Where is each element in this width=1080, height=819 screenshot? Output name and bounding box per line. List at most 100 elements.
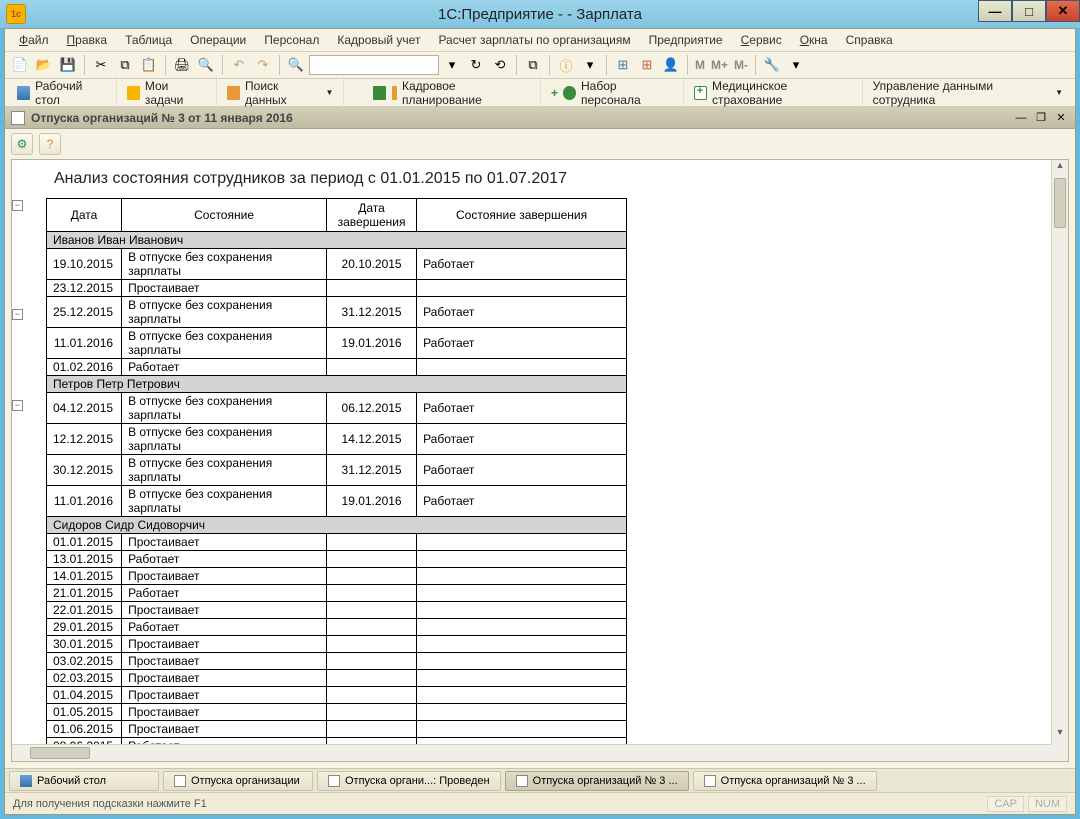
maximize-button[interactable]: □ xyxy=(1012,0,1046,22)
table-row[interactable]: 29.01.2015Работает xyxy=(47,619,627,636)
nav-icon[interactable]: ⟲ xyxy=(489,54,511,76)
taskbar-button[interactable]: Отпуска организации xyxy=(163,771,313,791)
open-icon[interactable]: 📂 xyxy=(33,54,55,76)
collapse-icon[interactable]: − xyxy=(12,309,23,320)
table-row[interactable]: 01.05.2015Простаивает xyxy=(47,704,627,721)
scroll-thumb[interactable] xyxy=(1054,178,1066,228)
nav-hiring[interactable]: +Набор персонала xyxy=(541,76,684,110)
window-icon xyxy=(328,775,340,787)
table-row[interactable]: 22.01.2015Простаивает xyxy=(47,602,627,619)
collapse-icon[interactable]: − xyxy=(12,200,23,211)
clone-icon[interactable]: ⧉ xyxy=(522,54,544,76)
group-row[interactable]: Сидоров Сидр Сидоворчич xyxy=(47,517,627,534)
help-icon[interactable]: ? xyxy=(39,133,61,155)
cell: Простаивает xyxy=(122,568,327,585)
scroll-down-icon[interactable]: ▼ xyxy=(1052,727,1068,744)
taskbar-button[interactable]: Отпуска организаций № 3 ... xyxy=(505,771,689,791)
nav-medical[interactable]: Медицинское страхование xyxy=(684,76,863,110)
taskbar-button[interactable]: Отпуска организаций № 3 ... xyxy=(693,771,877,791)
nav-employee-data[interactable]: Управление данными сотрудника▼ xyxy=(863,76,1073,110)
calendar-icon[interactable]: ⊞ xyxy=(636,54,658,76)
calc-icon[interactable]: ⊞ xyxy=(612,54,634,76)
nav-search[interactable]: Поиск данных▼ xyxy=(217,76,344,110)
table-row[interactable]: 01.01.2015Простаивает xyxy=(47,534,627,551)
save-icon[interactable]: 💾 xyxy=(57,54,79,76)
window-icon xyxy=(516,775,528,787)
table-row[interactable]: 25.12.2015В отпуске без сохранения зарпл… xyxy=(47,297,627,328)
menu-edit[interactable]: Правка xyxy=(59,31,116,49)
report-table[interactable]: Дата Состояние Дата завершения Состояние… xyxy=(46,198,627,744)
taskbar-button[interactable]: Рабочий стол xyxy=(9,771,159,791)
menu-file[interactable]: Файл xyxy=(11,31,57,49)
m-minus-button[interactable]: M- xyxy=(732,58,750,72)
minimize-button[interactable]: — xyxy=(978,0,1012,22)
close-button[interactable]: ✕ xyxy=(1046,0,1080,22)
menu-enterprise[interactable]: Предприятие xyxy=(641,31,731,49)
group-row[interactable]: Иванов Иван Иванович xyxy=(47,232,627,249)
table-row[interactable]: 19.10.2015В отпуске без сохранения зарпл… xyxy=(47,249,627,280)
table-row[interactable]: 11.01.2016В отпуске без сохранения зарпл… xyxy=(47,486,627,517)
menu-service[interactable]: Сервис xyxy=(733,31,790,49)
horizontal-scrollbar[interactable] xyxy=(12,744,1051,761)
table-row[interactable]: 21.01.2015Работает xyxy=(47,585,627,602)
table-row[interactable]: 01.04.2015Простаивает xyxy=(47,687,627,704)
table-row[interactable]: 30.12.2015В отпуске без сохранения зарпл… xyxy=(47,455,627,486)
print-icon[interactable]: 🖨 xyxy=(171,54,193,76)
zoom-icon[interactable]: 🔍 xyxy=(285,54,307,76)
table-row[interactable]: 23.12.2015Простаивает xyxy=(47,280,627,297)
cell: 01.06.2015 xyxy=(47,721,122,738)
cell: 29.01.2015 xyxy=(47,619,122,636)
info-icon[interactable]: ⓘ xyxy=(555,54,577,76)
menu-operations[interactable]: Операции xyxy=(182,31,254,49)
table-row[interactable]: 01.06.2015Простаивает xyxy=(47,721,627,738)
settings-icon[interactable]: ⚙ xyxy=(11,133,33,155)
cell xyxy=(327,602,417,619)
user-icon[interactable]: 👤 xyxy=(660,54,682,76)
doc-minimize-button[interactable]: — xyxy=(1013,111,1029,125)
table-row[interactable]: 03.02.2015Простаивает xyxy=(47,653,627,670)
group-row[interactable]: Петров Петр Петрович xyxy=(47,376,627,393)
taskbar-label: Отпуска организации xyxy=(191,775,300,787)
new-icon[interactable]: 📄 xyxy=(9,54,31,76)
table-row[interactable]: 11.01.2016В отпуске без сохранения зарпл… xyxy=(47,328,627,359)
nav-planning[interactable]: Кадровое планирование xyxy=(363,76,541,110)
drop-icon[interactable]: ▾ xyxy=(579,54,601,76)
scroll-up-icon[interactable]: ▲ xyxy=(1052,160,1068,177)
drop2-icon[interactable]: ▾ xyxy=(785,54,807,76)
wrench-icon[interactable]: 🔧 xyxy=(761,54,783,76)
table-row[interactable]: 13.01.2015Работает xyxy=(47,551,627,568)
table-row[interactable]: 30.01.2015Простаивает xyxy=(47,636,627,653)
menu-payroll[interactable]: Расчет зарплаты по организациям xyxy=(430,31,638,49)
vertical-scrollbar[interactable]: ▲ ▼ xyxy=(1051,160,1068,744)
table-row[interactable]: 12.12.2015В отпуске без сохранения зарпл… xyxy=(47,424,627,455)
cut-icon[interactable]: ✂ xyxy=(90,54,112,76)
m-button[interactable]: M xyxy=(693,58,707,72)
header-end-date: Дата завершения xyxy=(327,199,417,232)
menu-windows[interactable]: Окна xyxy=(792,31,836,49)
nav-tasks[interactable]: Мои задачи xyxy=(117,76,217,110)
preview-icon[interactable]: 🔍 xyxy=(195,54,217,76)
table-row[interactable]: 02.03.2015Простаивает xyxy=(47,670,627,687)
menu-personnel[interactable]: Персонал xyxy=(256,31,327,49)
menu-help[interactable]: Справка xyxy=(838,31,901,49)
scroll-thumb[interactable] xyxy=(30,747,90,759)
table-row[interactable]: 14.01.2015Простаивает xyxy=(47,568,627,585)
paste-icon[interactable]: 📋 xyxy=(138,54,160,76)
dropdown-icon[interactable]: ▾ xyxy=(441,54,463,76)
redo-icon[interactable]: ↷ xyxy=(252,54,274,76)
m-plus-button[interactable]: M+ xyxy=(709,58,730,72)
menu-table[interactable]: Таблица xyxy=(117,31,180,49)
undo-icon[interactable]: ↶ xyxy=(228,54,250,76)
copy-icon[interactable]: ⧉ xyxy=(114,54,136,76)
table-row[interactable]: 01.02.2016Работает xyxy=(47,359,627,376)
nav-desktop[interactable]: Рабочий стол xyxy=(7,76,117,110)
menu-hr[interactable]: Кадровый учет xyxy=(329,31,428,49)
doc-close-button[interactable]: ✕ xyxy=(1053,111,1069,125)
taskbar-button[interactable]: Отпуска органи...: Проведен xyxy=(317,771,501,791)
doc-restore-button[interactable]: ❐ xyxy=(1033,111,1049,125)
refresh-icon[interactable]: ↻ xyxy=(465,54,487,76)
table-row[interactable]: 04.12.2015В отпуске без сохранения зарпл… xyxy=(47,393,627,424)
collapse-icon[interactable]: − xyxy=(12,400,23,411)
cell xyxy=(417,704,627,721)
search-input[interactable] xyxy=(309,55,439,75)
